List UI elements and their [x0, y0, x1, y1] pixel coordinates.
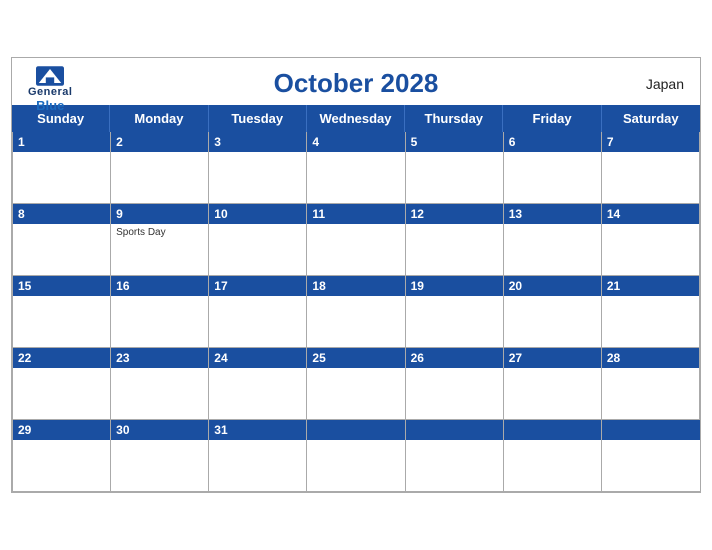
cell-date: 23 [111, 348, 208, 368]
calendar-cell: 17 [209, 276, 307, 348]
cell-date [406, 420, 503, 440]
cell-date [307, 420, 404, 440]
cell-date: 22 [13, 348, 110, 368]
cell-date: 5 [406, 132, 503, 152]
day-monday: Monday [110, 105, 208, 132]
cell-date: 3 [209, 132, 306, 152]
cell-date: 16 [111, 276, 208, 296]
cell-date [504, 420, 601, 440]
cell-date: 4 [307, 132, 404, 152]
cell-date: 28 [602, 348, 699, 368]
calendar-cell: 22 [13, 348, 111, 420]
days-header: Sunday Monday Tuesday Wednesday Thursday… [12, 105, 700, 132]
calendar-cell: 27 [504, 348, 602, 420]
calendar-cell: 2 [111, 132, 209, 204]
cell-date: 24 [209, 348, 306, 368]
cell-date: 14 [602, 204, 699, 224]
calendar-cell: 15 [13, 276, 111, 348]
day-thursday: Thursday [405, 105, 503, 132]
cell-date: 2 [111, 132, 208, 152]
calendar-cell: 3 [209, 132, 307, 204]
calendar-cell: 1 [13, 132, 111, 204]
calendar-cell: 12 [406, 204, 504, 276]
cell-date: 7 [602, 132, 699, 152]
calendar-cell: 7 [602, 132, 700, 204]
cell-date: 26 [406, 348, 503, 368]
calendar-grid: 123456789Sports Day101112131415161718192… [12, 132, 700, 492]
cell-date: 13 [504, 204, 601, 224]
calendar-cell: 4 [307, 132, 405, 204]
cell-date: 20 [504, 276, 601, 296]
calendar-cell: 28 [602, 348, 700, 420]
calendar-container: General Blue October 2028 Japan Sunday M… [11, 57, 701, 493]
cell-date: 27 [504, 348, 601, 368]
calendar-cell: 23 [111, 348, 209, 420]
calendar-cell: 8 [13, 204, 111, 276]
calendar-cell: 25 [307, 348, 405, 420]
generalblue-logo-icon [36, 66, 64, 86]
logo-area: General Blue [28, 66, 72, 113]
cell-date: 29 [13, 420, 110, 440]
cell-date: 6 [504, 132, 601, 152]
cell-date: 12 [406, 204, 503, 224]
calendar-cell: 14 [602, 204, 700, 276]
cell-date: 10 [209, 204, 306, 224]
cell-date: 31 [209, 420, 306, 440]
cell-date: 30 [111, 420, 208, 440]
calendar-header: General Blue October 2028 Japan [12, 58, 700, 105]
calendar-cell: 20 [504, 276, 602, 348]
cell-date: 9 [111, 204, 208, 224]
calendar-cell: 10 [209, 204, 307, 276]
day-tuesday: Tuesday [209, 105, 307, 132]
cell-date: 1 [13, 132, 110, 152]
calendar-cell [504, 420, 602, 492]
cell-date: 11 [307, 204, 404, 224]
calendar-cell: 21 [602, 276, 700, 348]
cell-date [602, 420, 700, 440]
cell-date: 19 [406, 276, 503, 296]
calendar-cell: 30 [111, 420, 209, 492]
calendar-cell: 13 [504, 204, 602, 276]
cell-holiday: Sports Day [111, 224, 208, 241]
country-label: Japan [646, 76, 684, 92]
day-saturday: Saturday [602, 105, 700, 132]
calendar-cell: 29 [13, 420, 111, 492]
day-wednesday: Wednesday [307, 105, 405, 132]
calendar-cell [602, 420, 700, 492]
cell-date: 25 [307, 348, 404, 368]
day-friday: Friday [503, 105, 601, 132]
cell-date: 8 [13, 204, 110, 224]
calendar-cell: 18 [307, 276, 405, 348]
calendar-cell: 26 [406, 348, 504, 420]
calendar-cell: 19 [406, 276, 504, 348]
cell-date: 17 [209, 276, 306, 296]
calendar-cell [406, 420, 504, 492]
calendar-cell: 9Sports Day [111, 204, 209, 276]
cell-date: 21 [602, 276, 699, 296]
calendar-cell: 6 [504, 132, 602, 204]
calendar-cell: 31 [209, 420, 307, 492]
calendar-cell: 16 [111, 276, 209, 348]
calendar-cell: 24 [209, 348, 307, 420]
logo-general-text: General [28, 86, 72, 98]
calendar-cell: 5 [406, 132, 504, 204]
calendar-title: October 2028 [274, 68, 439, 99]
logo-blue-text: Blue [36, 98, 64, 113]
cell-date: 15 [13, 276, 110, 296]
calendar-cell [307, 420, 405, 492]
cell-date: 18 [307, 276, 404, 296]
calendar-cell: 11 [307, 204, 405, 276]
